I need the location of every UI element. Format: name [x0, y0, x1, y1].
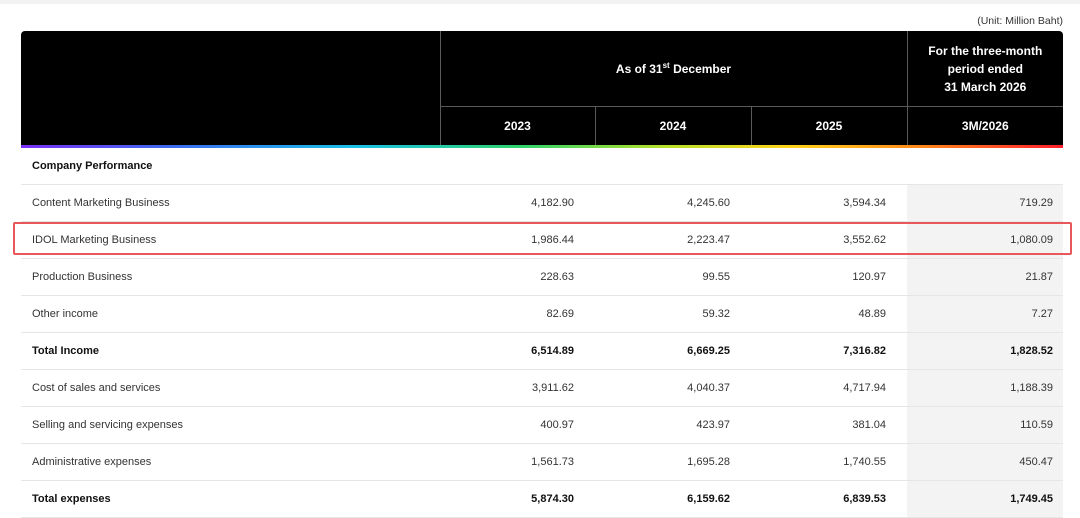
value-2025: 4,717.94 — [751, 369, 908, 407]
table-row: Administrative expenses 1,561.73 1,695.2… — [21, 443, 1064, 481]
table-body: Company Performance Content Marketing Bu… — [21, 148, 1064, 518]
value-3m-2026: 450.47 — [907, 443, 1064, 481]
row-label: Total Income — [21, 332, 440, 370]
value-2024: 423.97 — [595, 406, 751, 444]
row-label: Administrative expenses — [21, 443, 440, 481]
table-row: Cost of sales and services 3,911.62 4,04… — [21, 369, 1064, 407]
header-blank-cell — [21, 31, 440, 145]
value-2024: 6,669.25 — [595, 332, 751, 370]
unit-note: (Unit: Million Baht) — [977, 15, 1063, 27]
period-line-2: period ended — [947, 61, 1023, 76]
value-2023: 82.69 — [440, 295, 595, 333]
value-2023: 1,561.73 — [440, 443, 595, 481]
value-2025: 48.89 — [751, 295, 908, 333]
header-as-of-december: As of 31st December — [439, 31, 908, 107]
row-label: Cost of sales and services — [21, 369, 440, 407]
value-2024: 99.55 — [595, 258, 751, 296]
table-row-total: Total Income 6,514.89 6,669.25 7,316.82 … — [21, 332, 1064, 370]
value-2024: 59.32 — [595, 295, 751, 333]
value-2023: 400.97 — [440, 406, 595, 444]
row-label: Other income — [21, 295, 440, 333]
financial-table: As of 31st December For the three-month … — [21, 31, 1064, 518]
row-label: Selling and servicing expenses — [21, 406, 440, 444]
period-line-1: For the three-month — [928, 43, 1043, 58]
year-header-3m-2026: 3M/2026 — [906, 106, 1064, 145]
table-row: Content Marketing Business 4,182.90 4,24… — [21, 184, 1064, 222]
table-row: Production Business 228.63 99.55 120.97 … — [21, 258, 1064, 296]
year-header-2023: 2023 — [439, 106, 595, 145]
value-2025: 3,552.62 — [751, 221, 908, 259]
value-3m-2026: 21.87 — [907, 258, 1064, 296]
value-2023: 3,911.62 — [440, 369, 595, 407]
section-title: Company Performance — [21, 148, 440, 185]
header-three-month-period: For the three-month period ended 31 Marc… — [906, 31, 1064, 107]
section-empty-cell — [595, 148, 751, 185]
table-row: Other income 82.69 59.32 48.89 7.27 — [21, 295, 1064, 333]
financial-table-container: As of 31st December For the three-month … — [21, 31, 1064, 518]
top-strip — [0, 0, 1080, 4]
period-line-3: 31 March 2026 — [944, 79, 1027, 94]
value-2025: 3,594.34 — [751, 184, 908, 222]
value-2023: 4,182.90 — [440, 184, 595, 222]
as-of-superscript: st — [662, 61, 670, 70]
table-row-highlighted: IDOL Marketing Business 1,986.44 2,223.4… — [21, 221, 1064, 259]
value-2023: 6,514.89 — [440, 332, 595, 370]
value-3m-2026: 719.29 — [907, 184, 1064, 222]
value-2024: 4,040.37 — [595, 369, 751, 407]
as-of-prefix: As of 31 — [615, 62, 663, 76]
section-empty-cell — [907, 148, 1064, 185]
table-header: As of 31st December For the three-month … — [21, 31, 1064, 148]
row-label: IDOL Marketing Business — [21, 221, 440, 259]
table-row: Selling and servicing expenses 400.97 42… — [21, 406, 1064, 444]
section-empty-cell — [751, 148, 908, 185]
section-row: Company Performance — [21, 148, 1064, 185]
value-2025: 7,316.82 — [751, 332, 908, 370]
value-2023: 228.63 — [440, 258, 595, 296]
row-label: Production Business — [21, 258, 440, 296]
value-3m-2026: 7.27 — [907, 295, 1064, 333]
value-3m-2026: 1,080.09 — [907, 221, 1064, 259]
value-2023: 1,986.44 — [440, 221, 595, 259]
value-2025: 1,740.55 — [751, 443, 908, 481]
value-2024: 1,695.28 — [595, 443, 751, 481]
value-3m-2026: 1,828.52 — [907, 332, 1064, 370]
value-2025: 381.04 — [751, 406, 908, 444]
value-3m-2026: 110.59 — [907, 406, 1064, 444]
value-2025: 120.97 — [751, 258, 908, 296]
section-empty-cell — [440, 148, 595, 185]
row-label: Content Marketing Business — [21, 184, 440, 222]
value-2024: 2,223.47 — [595, 221, 751, 259]
value-3m-2026: 1,188.39 — [907, 369, 1064, 407]
year-header-2024: 2024 — [594, 106, 751, 145]
as-of-suffix: December — [669, 62, 732, 76]
year-header-2025: 2025 — [750, 106, 908, 145]
value-2024: 4,245.60 — [595, 184, 751, 222]
